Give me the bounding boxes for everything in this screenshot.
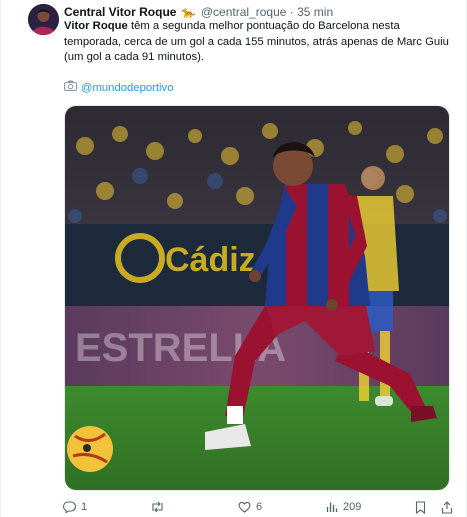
heart-icon	[238, 501, 251, 513]
author-handle[interactable]: @central_roque	[201, 5, 287, 19]
stadium-banner-text: Cádiz	[165, 241, 256, 279]
tweet-photo[interactable]: Cádiz ESTRELLA	[64, 105, 450, 491]
reply-icon	[63, 501, 76, 513]
share-button[interactable]	[441, 499, 453, 515]
bar-chart-icon	[326, 501, 338, 513]
camera-icon	[64, 80, 77, 96]
reply-button[interactable]: 1	[63, 499, 87, 515]
like-count: 6	[256, 501, 263, 513]
share-icon	[441, 500, 453, 514]
credit-link[interactable]: @mundodeportivo	[81, 82, 173, 94]
reply-count: 1	[81, 501, 88, 513]
view-count: 209	[343, 501, 362, 513]
soccer-ball	[67, 426, 113, 472]
separator-dot: ·	[289, 5, 294, 19]
retweet-button[interactable]	[150, 499, 170, 515]
bookmark-icon	[415, 500, 426, 514]
tweet-timestamp[interactable]: 35 min	[297, 5, 333, 19]
views-button[interactable]: 209	[326, 499, 361, 515]
like-button[interactable]: 6	[238, 499, 262, 515]
bookmark-button[interactable]	[415, 499, 426, 515]
tweet-actions-bar: 1 6 209	[63, 499, 459, 517]
tweet-card[interactable]: Central Vitor Roque 🐆 @central_roque · 3…	[0, 0, 467, 517]
tweet-text-bold-lead: Vitor Roque	[64, 20, 128, 32]
author-display-name[interactable]: Central Vitor Roque	[64, 5, 176, 19]
tweet-text: Vitor Roque têm a segunda melhor pontuaç…	[64, 19, 459, 66]
author-avatar[interactable]	[28, 4, 59, 35]
retweet-icon	[150, 501, 165, 513]
photo-credit: @mundodeportivo	[64, 80, 173, 96]
